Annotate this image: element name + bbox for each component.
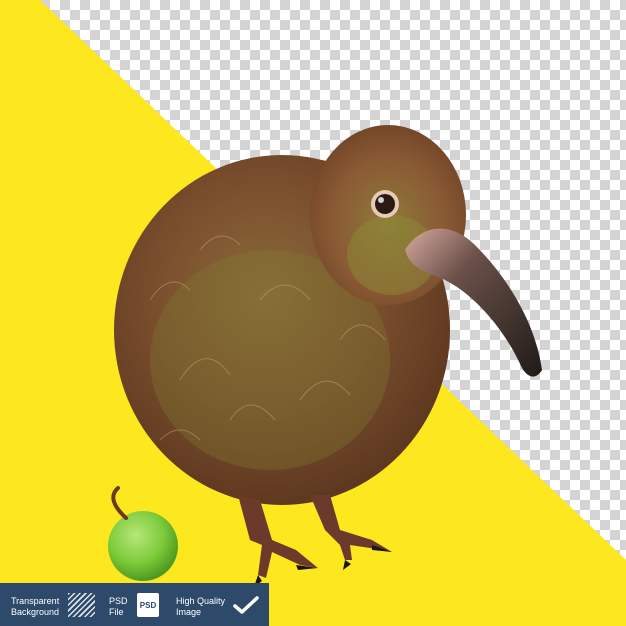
image-canvas: Transparent Background PSD File PSD High… <box>0 0 626 626</box>
transparent-background-label: Transparent Background <box>11 596 60 617</box>
high-quality-label: High Quality Image <box>176 596 226 617</box>
checkmark-icon <box>233 596 259 614</box>
psd-file-icon: PSD <box>137 593 159 617</box>
feature-badge-bar: Transparent Background PSD File PSD High… <box>0 583 269 626</box>
transparent-pattern-icon <box>68 593 95 617</box>
kiwi-illustration <box>0 0 626 626</box>
